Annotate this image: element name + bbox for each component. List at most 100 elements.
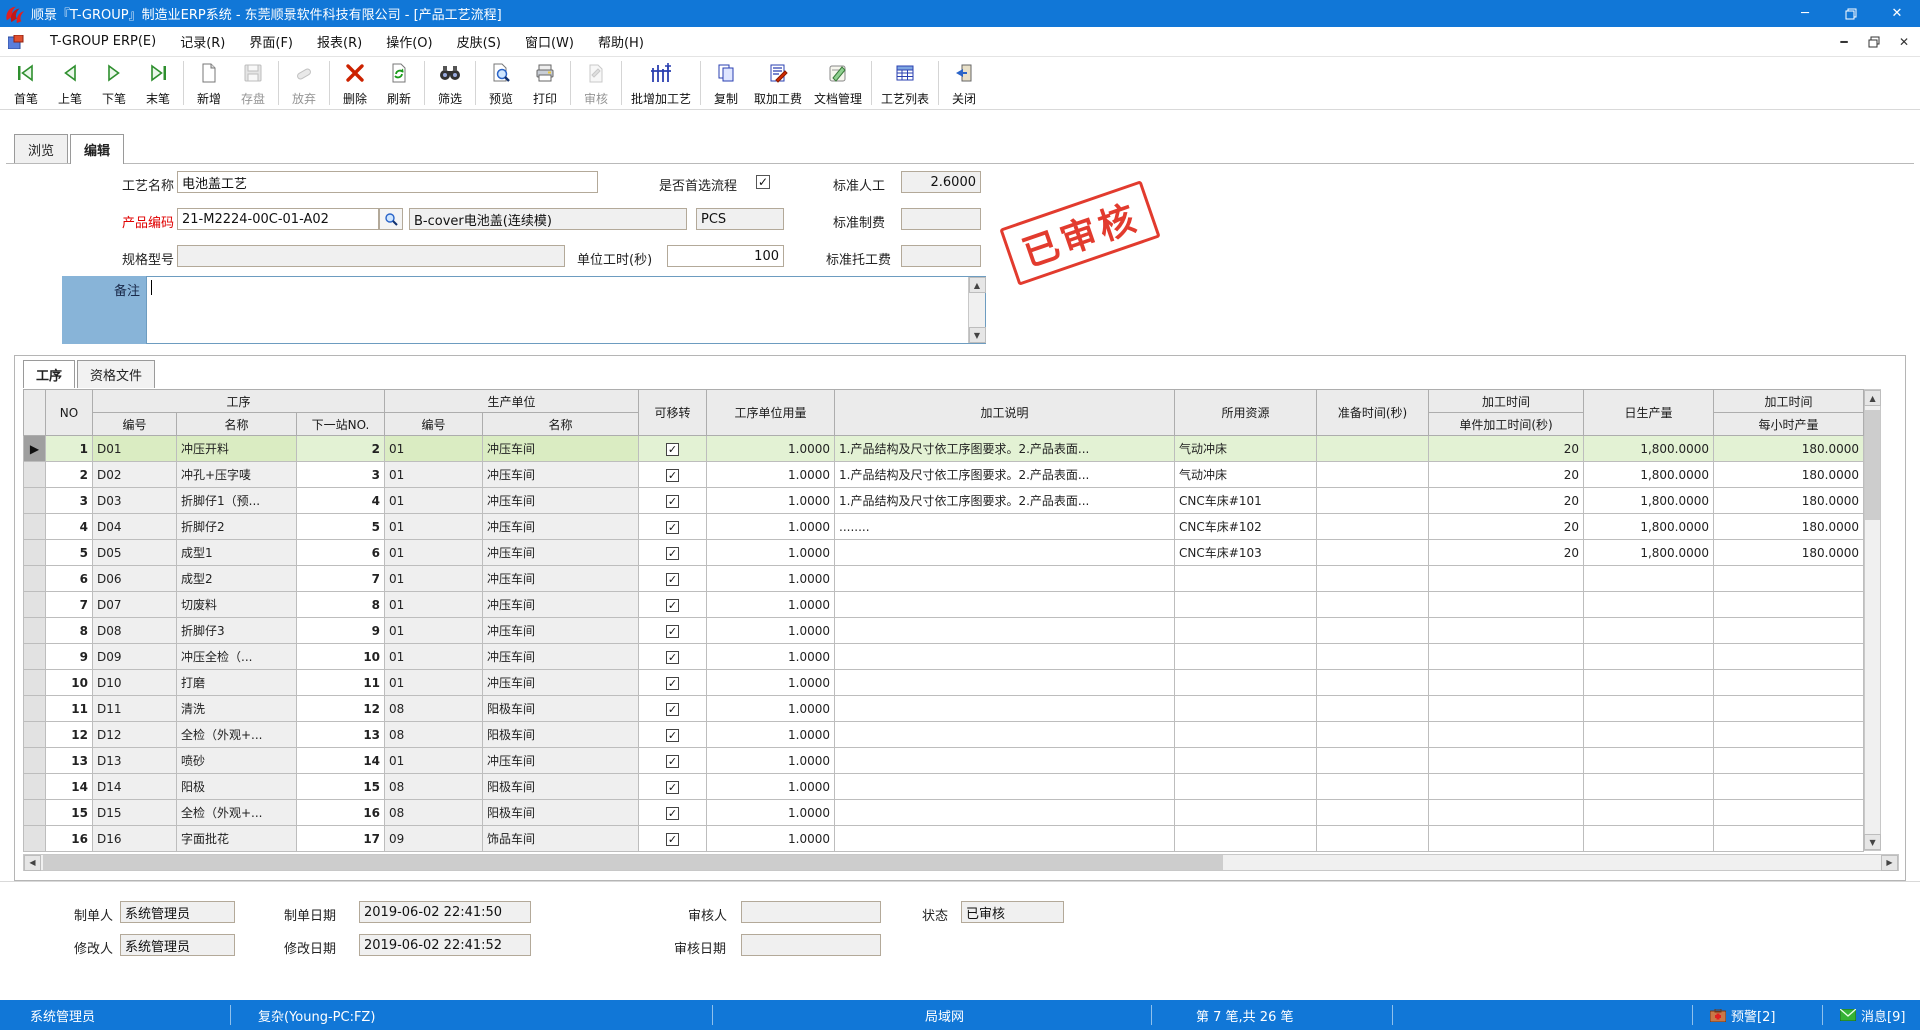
toolbar-process-list-button[interactable]: 工艺列表: [875, 57, 935, 109]
child-close-button[interactable]: ✕: [1896, 34, 1912, 50]
daily-output-cell[interactable]: [1584, 566, 1714, 592]
movable-checkbox[interactable]: ✓: [666, 807, 679, 820]
unit-name-cell[interactable]: 冲压车间: [483, 488, 639, 514]
unit-code-cell[interactable]: 08: [385, 800, 483, 826]
product-code-input[interactable]: [177, 208, 379, 230]
table-row[interactable]: 15 D15 全检（外观+... 16 08 阳极车间 ✓ 1.0000: [24, 800, 1864, 826]
table-row[interactable]: 16 D16 字面批花 17 09 饰品车间 ✓ 1.0000: [24, 826, 1864, 852]
process-code-cell[interactable]: D01: [93, 436, 177, 462]
unit-name-cell[interactable]: 冲压车间: [483, 540, 639, 566]
menu-report[interactable]: 报表(R): [305, 28, 374, 55]
menu-tgroup-erp[interactable]: T-GROUP ERP(E): [38, 30, 168, 53]
daily-output-cell[interactable]: [1584, 644, 1714, 670]
desc-cell[interactable]: [835, 800, 1175, 826]
resource-cell[interactable]: [1175, 592, 1317, 618]
unit-code-cell[interactable]: 01: [385, 462, 483, 488]
daily-output-cell[interactable]: [1584, 800, 1714, 826]
movable-checkbox[interactable]: ✓: [666, 625, 679, 638]
prep-time-cell[interactable]: [1317, 748, 1429, 774]
next-station-cell[interactable]: 16: [297, 800, 385, 826]
toolbar-next-record-button[interactable]: 下笔: [92, 57, 136, 109]
resource-cell[interactable]: [1175, 800, 1317, 826]
horizontal-scroll-thumb[interactable]: [43, 855, 1223, 870]
process-name-cell[interactable]: 冲孔+压字唛: [177, 462, 297, 488]
process-code-cell[interactable]: D11: [93, 696, 177, 722]
resource-cell[interactable]: [1175, 644, 1317, 670]
unit-time-cell[interactable]: [1429, 592, 1584, 618]
desc-cell[interactable]: [835, 618, 1175, 644]
table-row[interactable]: 2 D02 冲孔+压字唛 3 01 冲压车间 ✓ 1.0000 1.产品结构及尺…: [24, 462, 1864, 488]
menu-record[interactable]: 记录(R): [168, 28, 237, 55]
tab-browse[interactable]: 浏览: [14, 134, 68, 163]
prep-time-cell[interactable]: [1317, 540, 1429, 566]
unit-name-cell[interactable]: 冲压车间: [483, 592, 639, 618]
movable-checkbox[interactable]: ✓: [666, 833, 679, 846]
desc-cell[interactable]: [835, 644, 1175, 670]
unit-time-cell[interactable]: 20: [1429, 514, 1584, 540]
window-close-button[interactable]: ✕: [1874, 0, 1920, 27]
process-code-cell[interactable]: D10: [93, 670, 177, 696]
unit-code-cell[interactable]: 01: [385, 748, 483, 774]
desc-cell[interactable]: [835, 670, 1175, 696]
unit-code-cell[interactable]: 01: [385, 670, 483, 696]
prep-time-cell[interactable]: [1317, 618, 1429, 644]
row-selector-cell[interactable]: [24, 566, 46, 592]
tab-qualification[interactable]: 资格文件: [77, 360, 155, 388]
next-station-cell[interactable]: 6: [297, 540, 385, 566]
process-code-cell[interactable]: D07: [93, 592, 177, 618]
unit-time-cell[interactable]: 20: [1429, 436, 1584, 462]
remark-scrollbar[interactable]: ▲ ▼: [968, 277, 985, 343]
window-minimize-button[interactable]: ─: [1782, 0, 1828, 27]
prep-time-cell[interactable]: [1317, 800, 1429, 826]
process-code-cell[interactable]: D06: [93, 566, 177, 592]
prep-time-cell[interactable]: [1317, 670, 1429, 696]
process-code-cell[interactable]: D09: [93, 644, 177, 670]
hourly-output-cell[interactable]: [1714, 618, 1864, 644]
process-name-cell[interactable]: 成型2: [177, 566, 297, 592]
prep-time-cell[interactable]: [1317, 774, 1429, 800]
col-process-code[interactable]: 编号: [93, 413, 177, 436]
usage-cell[interactable]: 1.0000: [707, 462, 835, 488]
toolbar-get-fee-button[interactable]: 取加工费: [748, 57, 808, 109]
unit-name-cell[interactable]: 冲压车间: [483, 514, 639, 540]
menu-window[interactable]: 窗口(W): [513, 28, 586, 55]
unit-name-cell[interactable]: 冲压车间: [483, 462, 639, 488]
toolbar-last-record-button[interactable]: 末笔: [136, 57, 180, 109]
process-code-cell[interactable]: D15: [93, 800, 177, 826]
hourly-output-cell[interactable]: [1714, 696, 1864, 722]
unit-code-cell[interactable]: 01: [385, 644, 483, 670]
hourly-output-cell[interactable]: [1714, 826, 1864, 852]
resource-cell[interactable]: CNC车床#101: [1175, 488, 1317, 514]
desc-cell[interactable]: [835, 826, 1175, 852]
process-name-cell[interactable]: 喷砂: [177, 748, 297, 774]
unit-name-cell[interactable]: 阳极车间: [483, 800, 639, 826]
movable-checkbox[interactable]: ✓: [666, 677, 679, 690]
desc-cell[interactable]: [835, 722, 1175, 748]
status-message[interactable]: 消息[9]: [1840, 1000, 1905, 1030]
usage-cell[interactable]: 1.0000: [707, 436, 835, 462]
usage-cell[interactable]: 1.0000: [707, 644, 835, 670]
window-maximize-button[interactable]: [1828, 0, 1874, 27]
next-station-cell[interactable]: 9: [297, 618, 385, 644]
toolbar-delete-button[interactable]: 删除: [333, 57, 377, 109]
row-selector-cell[interactable]: [24, 748, 46, 774]
next-station-cell[interactable]: 10: [297, 644, 385, 670]
table-row[interactable]: 3 D03 折脚仔1（预... 4 01 冲压车间 ✓ 1.0000 1.产品结…: [24, 488, 1864, 514]
desc-cell[interactable]: 1.产品结构及尺寸依工序图要求。2.产品表面...: [835, 488, 1175, 514]
child-restore-button[interactable]: [1866, 34, 1882, 50]
daily-output-cell[interactable]: [1584, 774, 1714, 800]
col-unit-time[interactable]: 单件加工时间(秒): [1429, 413, 1584, 436]
table-row[interactable]: 4 D04 折脚仔2 5 01 冲压车间 ✓ 1.0000 ........ C…: [24, 514, 1864, 540]
usage-cell[interactable]: 1.0000: [707, 540, 835, 566]
daily-output-cell[interactable]: 1,800.0000: [1584, 488, 1714, 514]
usage-cell[interactable]: 1.0000: [707, 826, 835, 852]
table-row[interactable]: 9 D09 冲压全检（... 10 01 冲压车间 ✓ 1.0000: [24, 644, 1864, 670]
daily-output-cell[interactable]: [1584, 618, 1714, 644]
resource-cell[interactable]: [1175, 618, 1317, 644]
remark-textarea[interactable]: ▲ ▼: [146, 276, 986, 344]
unit-code-cell[interactable]: 01: [385, 618, 483, 644]
movable-checkbox[interactable]: ✓: [666, 781, 679, 794]
hourly-output-cell[interactable]: [1714, 592, 1864, 618]
process-code-cell[interactable]: D03: [93, 488, 177, 514]
daily-output-cell[interactable]: [1584, 696, 1714, 722]
